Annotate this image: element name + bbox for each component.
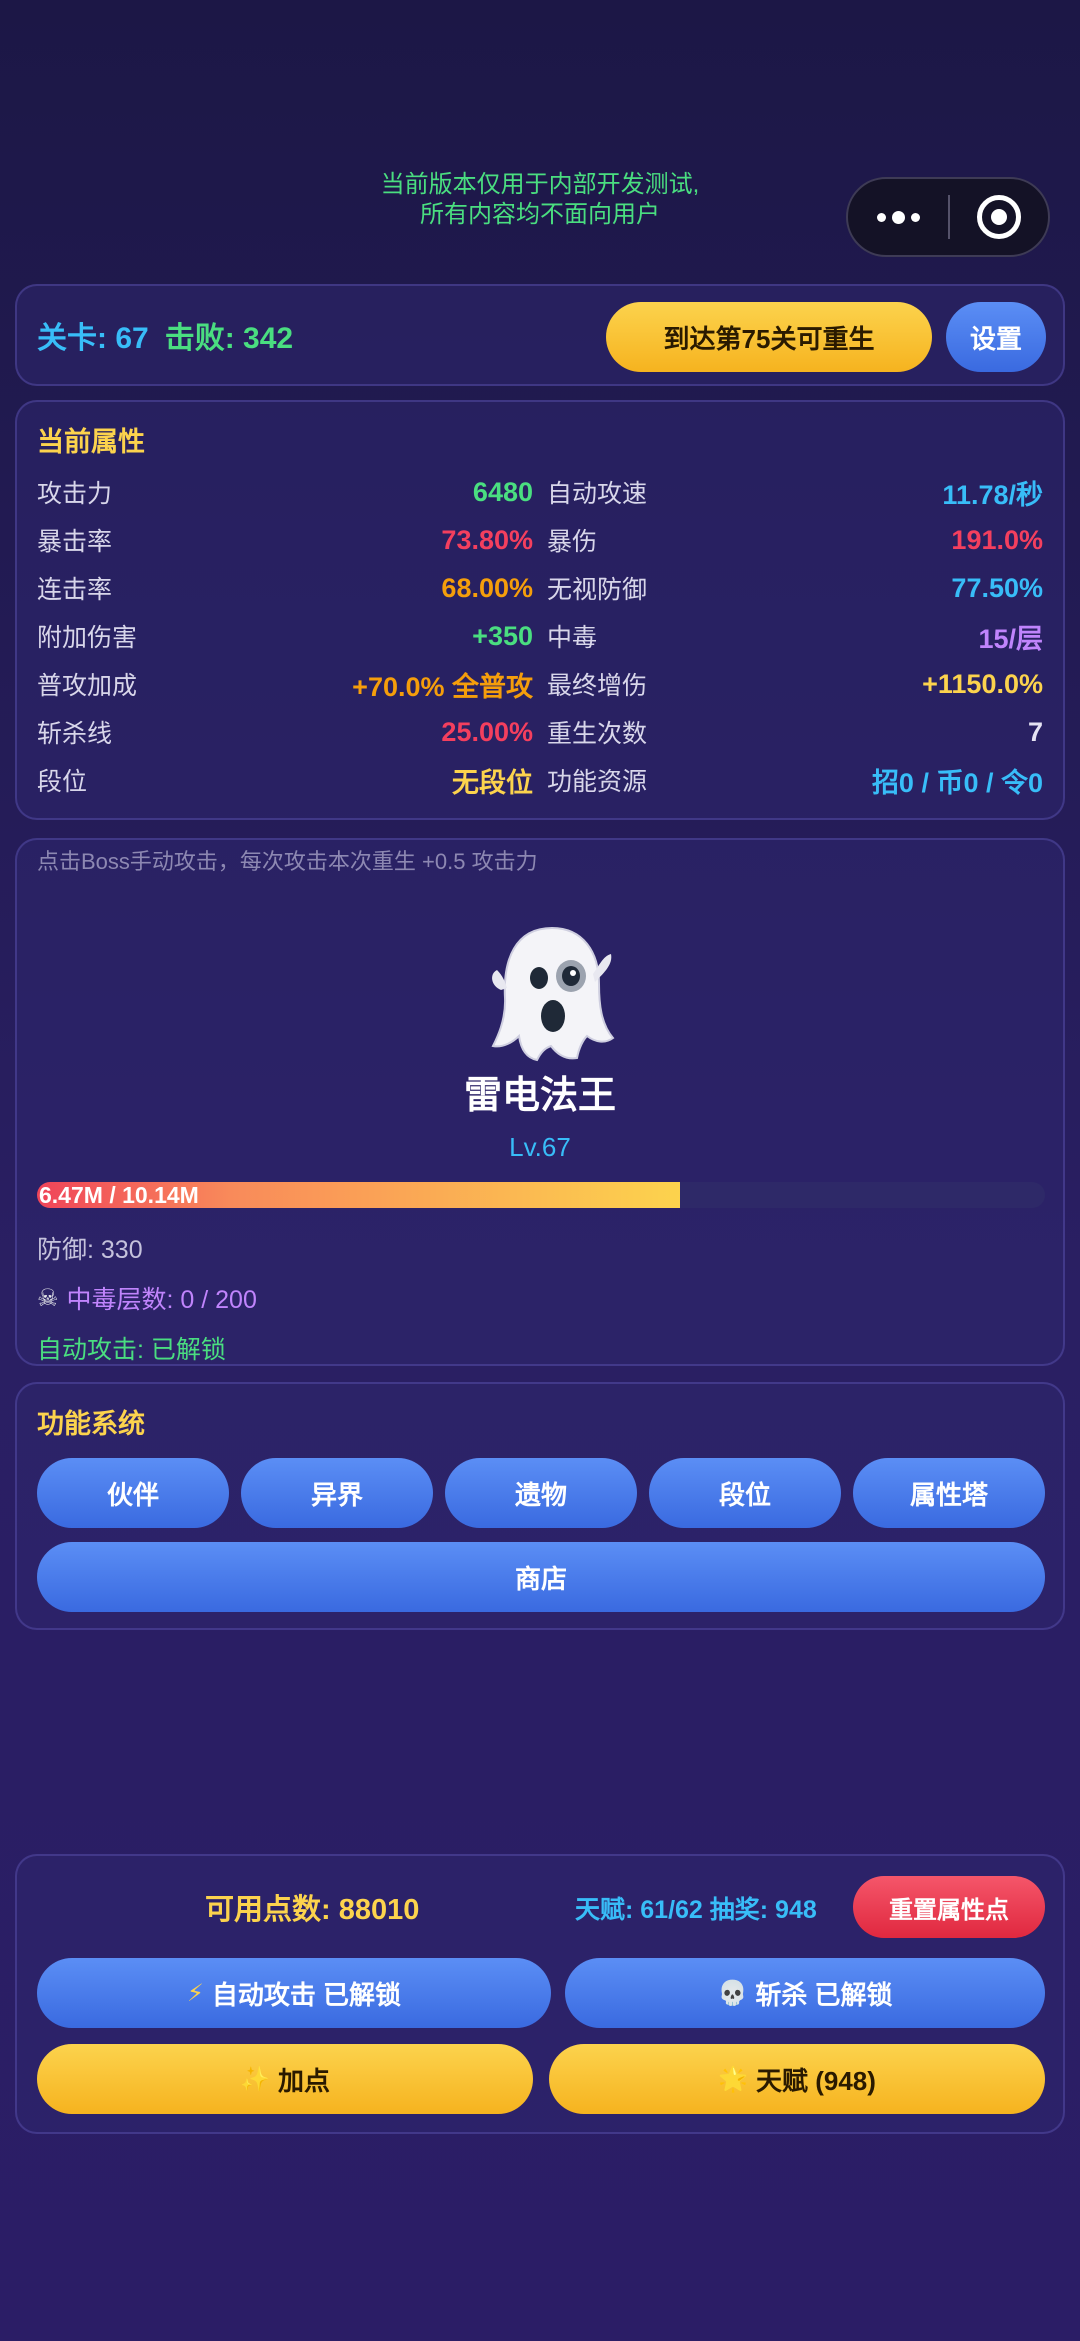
attribute-value: +1150.0% xyxy=(922,668,1043,699)
auto-attack-button-label: 自动攻击 已解锁 xyxy=(211,1979,402,2010)
attribute-label: 最终增伤 xyxy=(547,672,648,700)
boss-hp-text: 6.47M / 10.14M xyxy=(39,1182,199,1208)
attribute-row: 无视防御 77.50% xyxy=(547,564,1043,612)
boss-level: Lv.67 xyxy=(509,1132,571,1162)
attribute-label: 无视防御 xyxy=(547,576,648,604)
auto-attack-button[interactable]: ⚡ 自动攻击 已解锁 xyxy=(37,1958,551,2028)
attribute-row: 暴伤 191.0% xyxy=(547,516,1043,564)
skull-crossbones-icon: ☠ xyxy=(37,1284,59,1312)
lightning-icon: ⚡ xyxy=(186,1979,204,2007)
attribute-value: +70.0% 全普攻 xyxy=(352,671,533,702)
attribute-row: 重生次数 7 xyxy=(547,708,1043,756)
more-menu-icon[interactable] xyxy=(848,210,948,224)
features-panel: 功能系统 伙伴 异界 遗物 段位 属性塔 商店 xyxy=(15,1382,1065,1630)
miniprogram-capsule xyxy=(846,177,1050,257)
attribute-row: 中毒 15/层 xyxy=(547,612,1043,660)
attribute-value: 191.0% xyxy=(951,524,1043,555)
close-miniprogram-icon[interactable] xyxy=(950,195,1048,239)
attribute-label: 重生次数 xyxy=(547,720,648,748)
shop-button[interactable]: 商店 xyxy=(37,1542,1045,1612)
attribute-label: 段位 xyxy=(37,768,88,796)
execute-button-label: 斩杀 已解锁 xyxy=(755,1979,893,2010)
attribute-value: 77.50% xyxy=(951,572,1043,603)
attribute-value: 无段位 xyxy=(452,767,533,798)
attribute-label: 暴伤 xyxy=(547,528,598,556)
auto-attack-status: 自动攻击: 已解锁 xyxy=(37,1336,226,1364)
rebirth-button[interactable]: 到达第75关可重生 xyxy=(606,302,932,372)
available-points: 可用点数: 88010 xyxy=(205,1894,420,1926)
stage-counter: 关卡: 67 xyxy=(37,322,149,355)
attribute-value: 25.00% xyxy=(441,716,533,747)
boss-hint: 点击Boss手动攻击，每次攻击本次重生 +0.5 攻击力 xyxy=(37,849,538,874)
add-points-button[interactable]: ✨ 加点 xyxy=(37,2044,533,2114)
boss-name: 雷电法王 xyxy=(463,1075,616,1117)
attribute-value: 招0 / 币0 / 令0 xyxy=(871,767,1043,798)
poison-stacks-text: 中毒层数: 0 / 200 xyxy=(66,1286,257,1314)
attribute-row: 最终增伤 +1150.0% xyxy=(547,660,1043,708)
attribute-value: 7 xyxy=(1027,716,1043,747)
poison-stacks: ☠ 中毒层数: 0 / 200 xyxy=(37,1280,257,1316)
attribute-row: 攻击力 6480 xyxy=(37,468,533,516)
attribute-row: 自动攻速 11.78/秒 xyxy=(547,468,1043,516)
attribute-label: 斩杀线 xyxy=(37,720,113,748)
attribute-row: 斩杀线 25.00% xyxy=(37,708,533,756)
attribute-row: 功能资源 招0 / 币0 / 令0 xyxy=(547,756,1043,804)
attribute-value: 11.78/秒 xyxy=(942,479,1043,510)
kill-counter: 击败: 342 xyxy=(164,322,294,355)
attribute-label: 附加伤害 xyxy=(37,624,138,652)
attribute-label: 攻击力 xyxy=(37,480,113,508)
talent-lottery-info: 天赋: 61/62 抽奖: 948 xyxy=(575,1896,817,1924)
attribute-label: 连击率 xyxy=(37,576,113,604)
attributes-grid: 攻击力 6480 自动攻速 11.78/秒暴击率 73.80% 暴伤 191.0% 连击率 68… xyxy=(37,468,1043,804)
attributes-panel: 当前属性 攻击力 6480 自动攻速 11.78/秒暴击率 73.80% 暴伤 191.0%… xyxy=(15,400,1065,820)
boss-defense: 防御: 330 xyxy=(37,1236,143,1264)
skull-icon: 💀 xyxy=(717,1979,748,2007)
attribute-value: +350 xyxy=(472,620,533,651)
attribute-label: 暴击率 xyxy=(37,528,113,556)
features-title: 功能系统 xyxy=(37,1409,145,1439)
execute-button[interactable]: 💀 斩杀 已解锁 xyxy=(565,1958,1045,2028)
attribute-value: 73.80% xyxy=(441,524,533,555)
attribute-row: 连击率 68.00% xyxy=(37,564,533,612)
add-points-button-label: 加点 xyxy=(277,2065,330,2096)
star-icon: 🌟 xyxy=(718,2065,748,2093)
sparkles-icon: ✨ xyxy=(240,2065,270,2093)
reset-points-button[interactable]: 重置属性点 xyxy=(853,1876,1045,1938)
settings-button[interactable]: 设置 xyxy=(946,302,1046,372)
talent-button[interactable]: 🌟 天赋 (948) xyxy=(549,2044,1045,2114)
partner-button[interactable]: 伙伴 xyxy=(37,1458,229,1528)
attribute-row: 暴击率 73.80% xyxy=(37,516,533,564)
boss-panel[interactable]: 点击Boss手动攻击，每次攻击本次重生 +0.5 攻击力 雷电法王 Lv.67 … xyxy=(15,838,1065,1366)
feature-buttons-row: 伙伴 异界 遗物 段位 属性塔 xyxy=(37,1458,1045,1528)
ghost-icon[interactable] xyxy=(487,920,617,1070)
attribute-row: 段位 无段位 xyxy=(37,756,533,804)
attribute-label: 中毒 xyxy=(547,624,598,652)
otherworld-button[interactable]: 异界 xyxy=(241,1458,433,1528)
attribute-label: 普攻加成 xyxy=(37,672,138,700)
attribute-row: 附加伤害 +350 xyxy=(37,612,533,660)
bottom-controls-panel: 可用点数: 88010 天赋: 61/62 抽奖: 948 重置属性点 ⚡ 自动… xyxy=(15,1854,1065,2134)
attribute-label: 功能资源 xyxy=(547,768,648,796)
talent-button-label: 天赋 (948) xyxy=(755,2065,876,2096)
attribute-value: 15/层 xyxy=(978,623,1043,654)
relic-button[interactable]: 遗物 xyxy=(445,1458,637,1528)
attribute-value: 68.00% xyxy=(441,572,533,603)
rank-button[interactable]: 段位 xyxy=(649,1458,841,1528)
attribute-value: 6480 xyxy=(472,476,533,507)
top-status-bar: 关卡: 67 击败: 342 到达第75关可重生 设置 xyxy=(15,284,1065,386)
attributes-title: 当前属性 xyxy=(37,427,145,457)
attribute-row: 普攻加成 +70.0% 全普攻 xyxy=(37,660,533,708)
attribute-tower-button[interactable]: 属性塔 xyxy=(853,1458,1045,1528)
attribute-label: 自动攻速 xyxy=(547,480,648,508)
